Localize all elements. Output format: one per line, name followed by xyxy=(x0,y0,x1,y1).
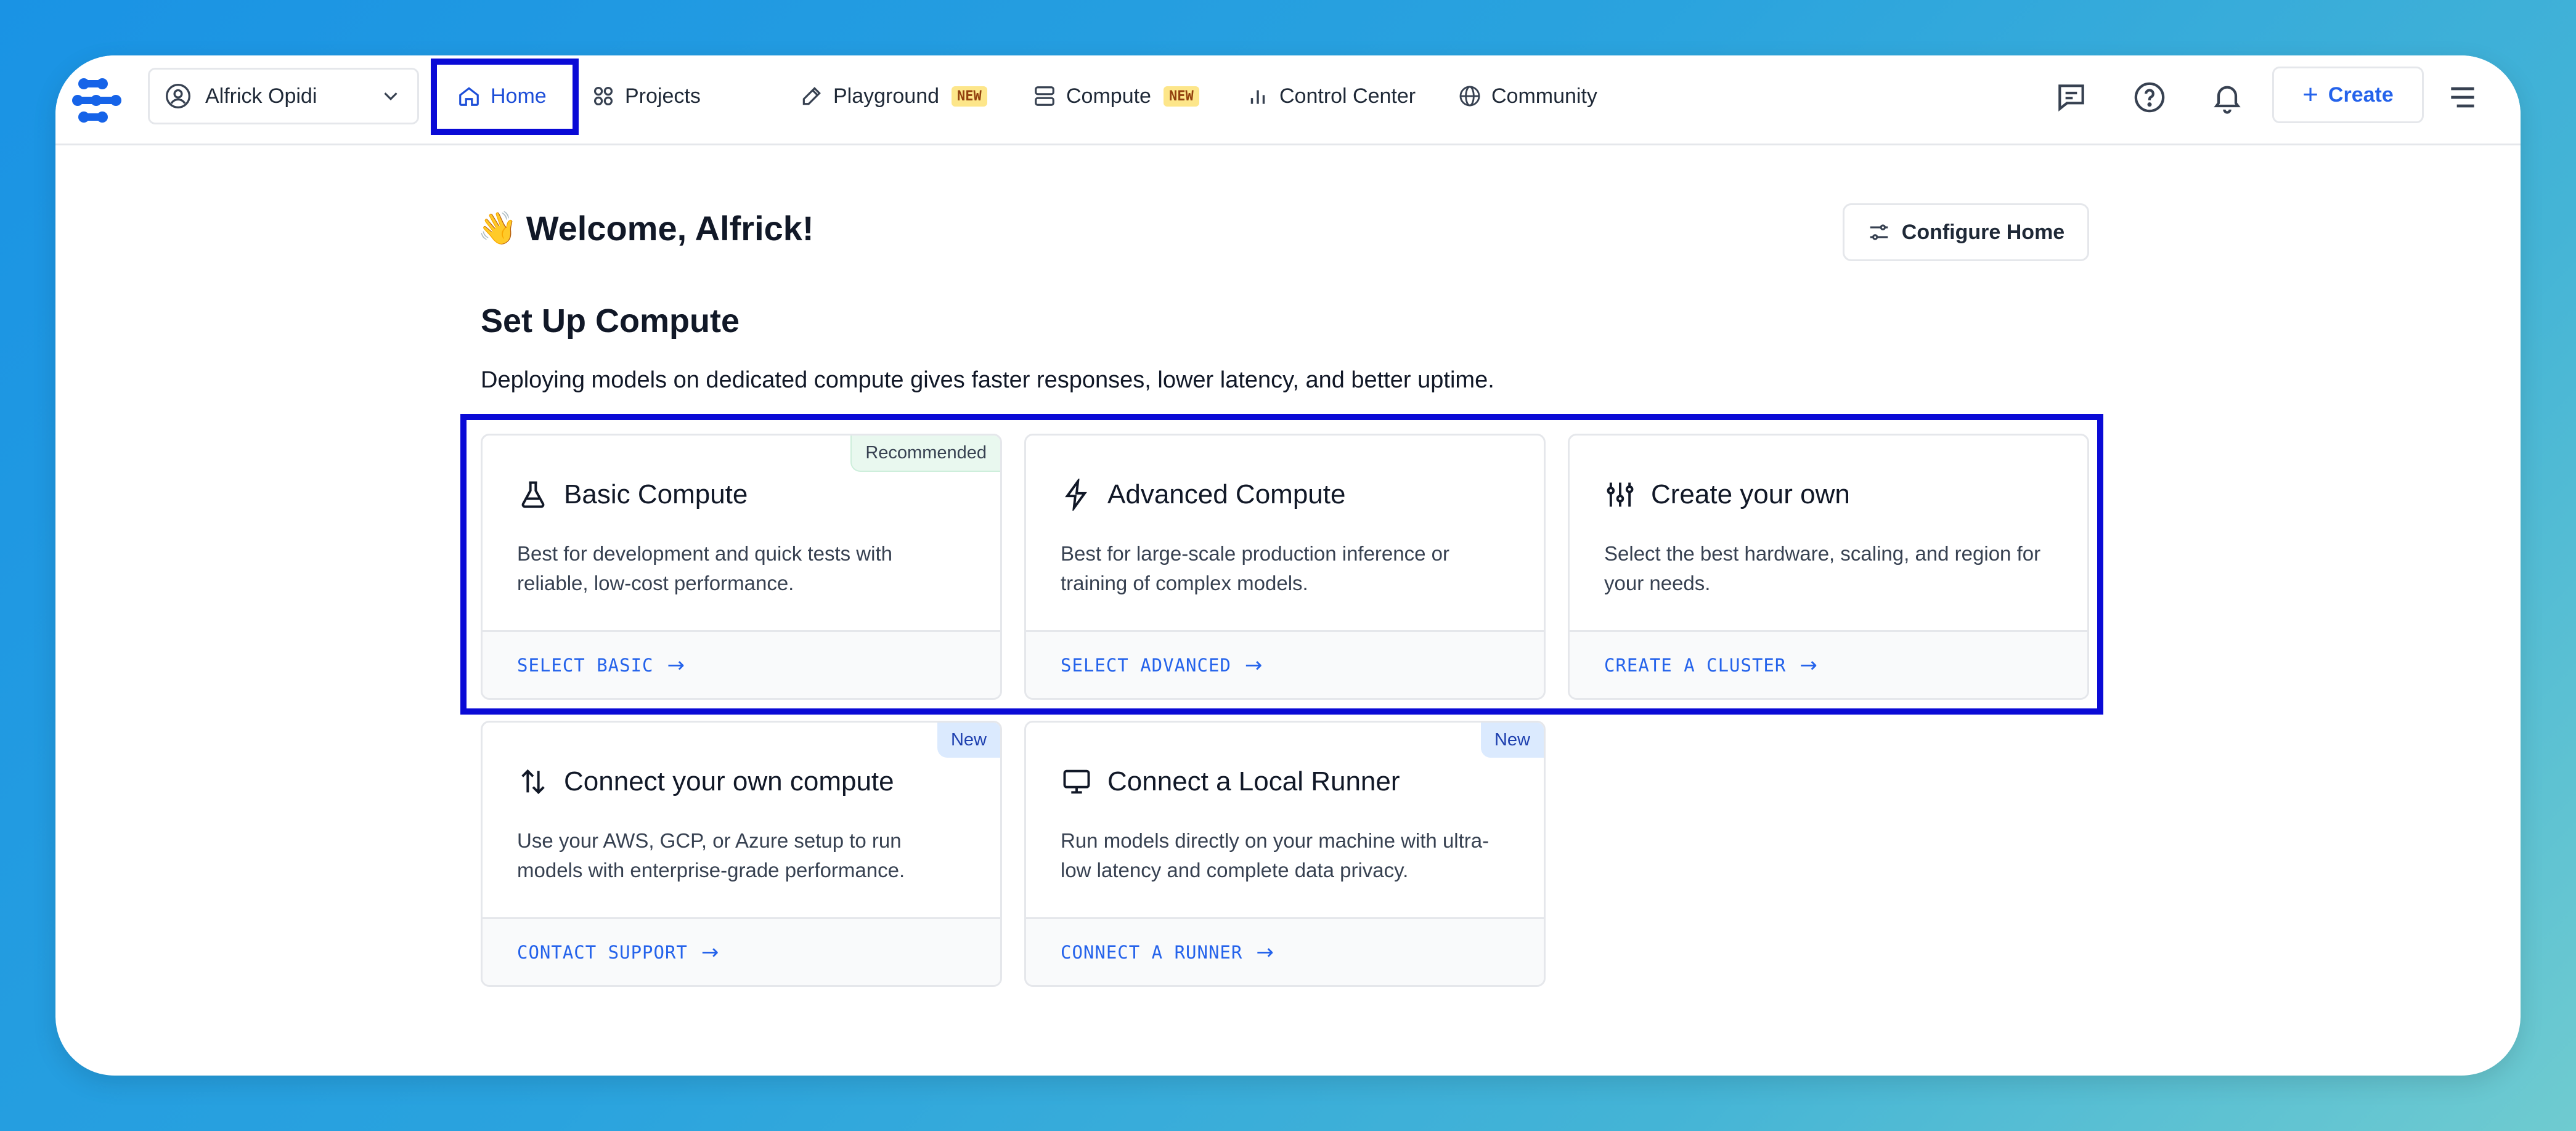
card-title: Connect a Local Runner xyxy=(1107,766,1400,797)
nav-item-home[interactable]: Home xyxy=(457,68,547,124)
top-navbar: Alfrick Opidi Home Projects Playground N… xyxy=(55,55,2521,145)
create-label: Create xyxy=(2328,83,2394,107)
chevron-down-icon xyxy=(384,92,397,100)
app-window: Alfrick Opidi Home Projects Playground N… xyxy=(55,55,2521,1076)
flask-icon xyxy=(521,481,545,508)
nav-item-label: Playground xyxy=(833,84,940,108)
card-title: Create your own xyxy=(1651,479,1850,509)
card-action-label: CONNECT A RUNNER xyxy=(1061,941,1243,963)
page-title: 👋 Welcome, Alfrick! xyxy=(478,203,814,253)
card-title: Basic Compute xyxy=(564,479,748,509)
monitor-icon xyxy=(1063,769,1090,794)
card-description: Best for large-scale production inferenc… xyxy=(1061,542,1449,594)
arrow-right-icon: → xyxy=(1256,939,1274,965)
create-cluster-link[interactable]: CREATE A CLUSTER → xyxy=(1570,630,2087,698)
nav-item-label: Projects xyxy=(625,84,701,108)
pencil-icon xyxy=(802,87,821,105)
configure-home-button[interactable]: Configure Home xyxy=(1843,203,2089,261)
arrow-right-icon: → xyxy=(1800,652,1818,678)
recommended-tag: Recommended xyxy=(850,436,1000,472)
advanced-compute-card: Advanced Compute Best for large-scale pr… xyxy=(1024,434,1546,700)
card-header: Connect a Local Runner xyxy=(1061,766,1400,798)
section-title: Set Up Compute xyxy=(481,302,740,339)
new-badge: NEW xyxy=(952,86,987,107)
nav-item-playground[interactable]: Playground NEW xyxy=(800,68,987,124)
waving-hand-icon: 👋 xyxy=(478,210,518,246)
nav-item-label: Home xyxy=(491,84,547,108)
new-badge: NEW xyxy=(1163,86,1199,107)
card-action-label: SELECT BASIC xyxy=(517,654,654,676)
create-button[interactable]: + Create xyxy=(2272,67,2424,123)
card-header: Advanced Compute xyxy=(1061,479,1345,511)
arrow-right-icon: → xyxy=(701,939,720,965)
home-icon xyxy=(459,87,479,106)
card-title: Advanced Compute xyxy=(1107,479,1346,509)
nav-item-community[interactable]: Community xyxy=(1458,68,1597,124)
card-action-label: CREATE A CLUSTER xyxy=(1604,654,1787,676)
welcome-text: Welcome, Alfrick! xyxy=(526,208,814,248)
server-icon xyxy=(1035,86,1054,106)
card-action-label: SELECT ADVANCED xyxy=(1061,654,1231,676)
nav-item-label: Community xyxy=(1491,84,1597,108)
card-description: Best for development and quick tests wit… xyxy=(517,542,892,594)
user-circle-icon xyxy=(166,84,190,108)
card-action-label: CONTACT SUPPORT xyxy=(517,941,688,963)
contact-support-link[interactable]: CONTACT SUPPORT → xyxy=(483,917,1000,985)
card-header: Create your own xyxy=(1604,479,1850,511)
org-selector[interactable]: Alfrick Opidi xyxy=(148,68,419,124)
nav-item-control-center[interactable]: Control Center xyxy=(1246,68,1416,124)
plus-icon: + xyxy=(2302,79,2318,110)
arrow-right-icon: → xyxy=(1244,652,1263,678)
nav-item-label: Compute xyxy=(1066,84,1151,108)
chat-icon[interactable] xyxy=(2054,80,2089,115)
new-tag: New xyxy=(1480,723,1544,758)
card-header: Basic Compute xyxy=(517,479,748,511)
select-advanced-link[interactable]: SELECT ADVANCED → xyxy=(1026,630,1544,698)
lightning-icon xyxy=(1065,479,1087,511)
arrow-right-icon: → xyxy=(667,652,686,678)
help-circle-icon[interactable] xyxy=(2132,80,2167,115)
new-tag: New xyxy=(937,723,1000,758)
card-description: Select the best hardware, scaling, and r… xyxy=(1604,542,2041,594)
nav-item-label: Control Center xyxy=(1279,84,1416,108)
connect-local-runner-card: New Connect a Local Runner Run models di… xyxy=(1024,721,1546,987)
nav-item-compute[interactable]: Compute NEW xyxy=(1033,68,1199,124)
bar-chart-icon xyxy=(1250,90,1265,104)
org-name: Alfrick Opidi xyxy=(205,84,317,108)
sliders-horizontal-icon xyxy=(1870,224,1888,240)
create-your-own-card: Create your own Select the best hardware… xyxy=(1568,434,2089,700)
sliders-icon xyxy=(1607,482,1634,507)
nav-item-projects[interactable]: Projects xyxy=(592,68,701,124)
menu-icon[interactable] xyxy=(2445,80,2480,115)
globe-icon xyxy=(1459,86,1480,107)
select-basic-link[interactable]: SELECT BASIC → xyxy=(483,630,1000,698)
basic-compute-card: Recommended Basic Compute Best for devel… xyxy=(481,434,1002,700)
connect-own-compute-card: New Connect your own compute Use your AW… xyxy=(481,721,1002,987)
card-title: Connect your own compute xyxy=(564,766,894,797)
connect-runner-link[interactable]: CONNECT A RUNNER → xyxy=(1026,917,1544,985)
clarifai-logo-icon[interactable] xyxy=(70,73,126,128)
card-header: Connect your own compute xyxy=(517,766,894,798)
bell-icon[interactable] xyxy=(2210,80,2244,115)
swap-vertical-icon xyxy=(521,769,545,795)
configure-home-label: Configure Home xyxy=(1901,220,2065,244)
card-description: Use your AWS, GCP, or Azure setup to run… xyxy=(517,829,905,882)
grid-icon xyxy=(593,86,613,106)
card-description: Run models directly on your machine with… xyxy=(1061,829,1490,882)
section-description: Deploying models on dedicated compute gi… xyxy=(481,367,1494,393)
